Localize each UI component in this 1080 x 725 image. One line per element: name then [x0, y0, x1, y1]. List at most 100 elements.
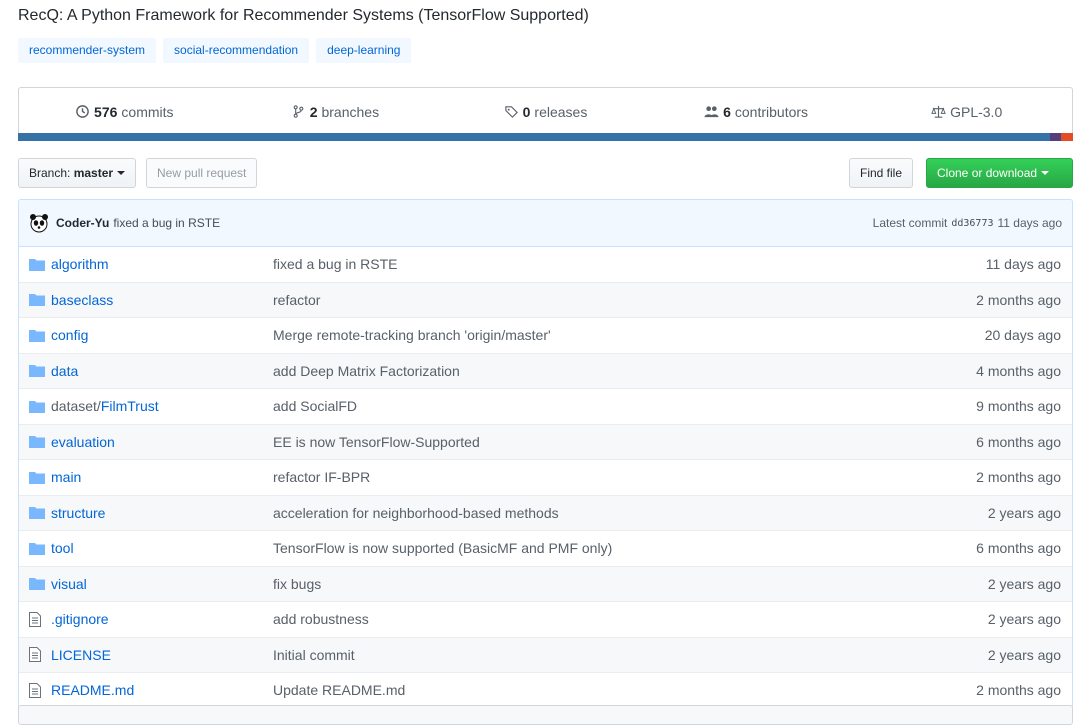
folder-icon — [29, 435, 45, 449]
file-icon — [29, 682, 45, 698]
file-commit-age: 20 days ago — [984, 327, 1061, 344]
releases-link[interactable]: 0 releases — [440, 104, 651, 120]
branch-icon — [293, 105, 304, 118]
folder-icon — [29, 257, 45, 271]
file-row: baseclass refactor 2 months ago — [19, 281, 1072, 317]
file-commit-message[interactable]: refactor — [273, 292, 976, 308]
file-commit-message[interactable]: add SocialFD — [273, 398, 976, 414]
file-commit-message[interactable]: EE is now TensorFlow-Supported — [273, 434, 976, 450]
file-commit-age: 6 months ago — [976, 433, 1061, 450]
file-name: baseclass — [51, 291, 114, 308]
commits-label: commits — [121, 103, 174, 120]
folder-icon — [29, 364, 45, 378]
folder-icon — [29, 470, 45, 484]
file-name-link[interactable]: .gitignore — [51, 611, 273, 627]
readme-box — [18, 705, 1073, 725]
file-row: visual fix bugs 2 years ago — [19, 565, 1072, 601]
branch-name: master — [73, 166, 114, 180]
commit-sha[interactable]: dd36773 — [951, 218, 993, 229]
file-row: .gitignore add robustness 2 years ago — [19, 601, 1072, 637]
caret-down-icon — [117, 171, 126, 175]
branch-select-button[interactable]: Branch: master — [18, 158, 137, 188]
file-icon — [29, 647, 45, 663]
file-commit-age: 11 days ago — [985, 256, 1061, 273]
file-commit-message[interactable]: add robustness — [273, 611, 988, 627]
language-segment[interactable] — [1049, 133, 1062, 141]
caret-down-icon — [1041, 171, 1050, 175]
topic-tag[interactable]: recommender-system — [18, 38, 157, 63]
file-commit-age: 9 months ago — [976, 398, 1061, 415]
law-icon — [931, 105, 946, 118]
avatar[interactable] — [29, 213, 49, 233]
file-commit-message[interactable]: Merge remote-tracking branch 'origin/mas… — [273, 327, 985, 343]
file-name-link[interactable]: data — [51, 363, 273, 379]
file-commit-message[interactable]: Initial commit — [273, 647, 988, 663]
folder-icon — [29, 399, 45, 413]
commit-age: 11 days ago — [997, 216, 1063, 230]
file-row: LICENSE Initial commit 2 years ago — [19, 636, 1072, 672]
latest-commit-info: Latest commit dd36773 11 days ago — [873, 216, 1062, 230]
file-name: FilmTrust — [100, 398, 159, 415]
file-name-link[interactable]: dataset/FilmTrust — [51, 398, 273, 414]
language-segment[interactable] — [18, 133, 1050, 141]
branches-label: branches — [321, 103, 380, 120]
file-name-link[interactable]: structure — [51, 505, 273, 521]
file-name: visual — [51, 575, 87, 592]
file-name-link[interactable]: visual — [51, 576, 273, 592]
file-commit-age: 2 months ago — [976, 469, 1061, 486]
file-commit-message[interactable]: add Deep Matrix Factorization — [273, 363, 976, 379]
file-name-link[interactable]: LICENSE — [51, 647, 273, 663]
file-name: config — [51, 327, 89, 344]
file-commit-message[interactable]: TensorFlow is now supported (BasicMF and… — [273, 540, 976, 556]
releases-label: releases — [534, 103, 588, 120]
folder-icon — [29, 328, 45, 342]
commits-link[interactable]: 576 commits — [19, 104, 230, 120]
file-name: algorithm — [51, 256, 109, 273]
topic-tag[interactable]: deep-learning — [316, 38, 412, 63]
file-name-link[interactable]: README.md — [51, 682, 273, 698]
file-name-link[interactable]: baseclass — [51, 292, 273, 308]
file-commit-message[interactable]: Update README.md — [273, 682, 976, 698]
commits-count: 576 — [94, 103, 118, 120]
file-commit-age: 2 years ago — [987, 611, 1061, 628]
file-name: data — [51, 362, 79, 379]
file-name-link[interactable]: tool — [51, 540, 273, 556]
file-commit-message[interactable]: acceleration for neighborhood-based meth… — [273, 505, 988, 521]
file-name: LICENSE — [51, 646, 111, 663]
commit-author[interactable]: Coder-Yu — [56, 216, 109, 230]
commit-message[interactable]: fixed a bug in RSTE — [113, 216, 220, 230]
contributors-count: 6 — [723, 103, 731, 120]
language-segment[interactable] — [1061, 133, 1073, 141]
file-name-link[interactable]: evaluation — [51, 434, 273, 450]
file-name: evaluation — [51, 433, 115, 450]
file-commit-message[interactable]: refactor IF-BPR — [273, 469, 976, 485]
file-name-link[interactable]: main — [51, 469, 273, 485]
file-commit-message[interactable]: fixed a bug in RSTE — [273, 256, 986, 272]
branches-count: 2 — [309, 103, 318, 120]
license-label: GPL-3.0 — [950, 103, 1003, 120]
file-navigator: Coder-Yu fixed a bug in RSTE Latest comm… — [18, 199, 1073, 709]
new-pull-request-button[interactable]: New pull request — [146, 158, 258, 188]
file-name-prefix: dataset/ — [51, 398, 101, 415]
branches-link[interactable]: 2 branches — [230, 104, 441, 120]
people-icon — [704, 106, 719, 118]
file-commit-message[interactable]: fix bugs — [273, 576, 988, 592]
latest-commit-bar: Coder-Yu fixed a bug in RSTE Latest comm… — [19, 200, 1072, 247]
file-list: algorithm fixed a bug in RSTE 11 days ago b… — [19, 247, 1072, 708]
file-row: structure acceleration for neighborhood-b… — [19, 494, 1072, 530]
file-commit-age: 2 years ago — [987, 646, 1061, 663]
topic-list: recommender-system social-recommendation… — [18, 38, 412, 63]
language-bar[interactable] — [18, 133, 1073, 141]
find-file-button[interactable]: Find file — [849, 158, 914, 188]
file-name-link[interactable]: config — [51, 327, 273, 343]
contributors-link[interactable]: 6 contributors — [651, 104, 862, 120]
clone-download-button[interactable]: Clone or download — [926, 158, 1073, 188]
repo-description: RecQ: A Python Framework for Recommender… — [18, 7, 589, 24]
file-name-link[interactable]: algorithm — [51, 256, 273, 272]
contributors-label: contributors — [734, 103, 809, 120]
repo-summary-bar: 576 commits 2 branches 0 releases 6 cont… — [18, 87, 1073, 141]
license-link[interactable]: GPL-3.0 — [861, 104, 1072, 120]
file-commit-age: 2 months ago — [976, 291, 1061, 308]
clone-label: Clone or download — [937, 166, 1038, 180]
topic-tag[interactable]: social-recommendation — [163, 38, 310, 63]
